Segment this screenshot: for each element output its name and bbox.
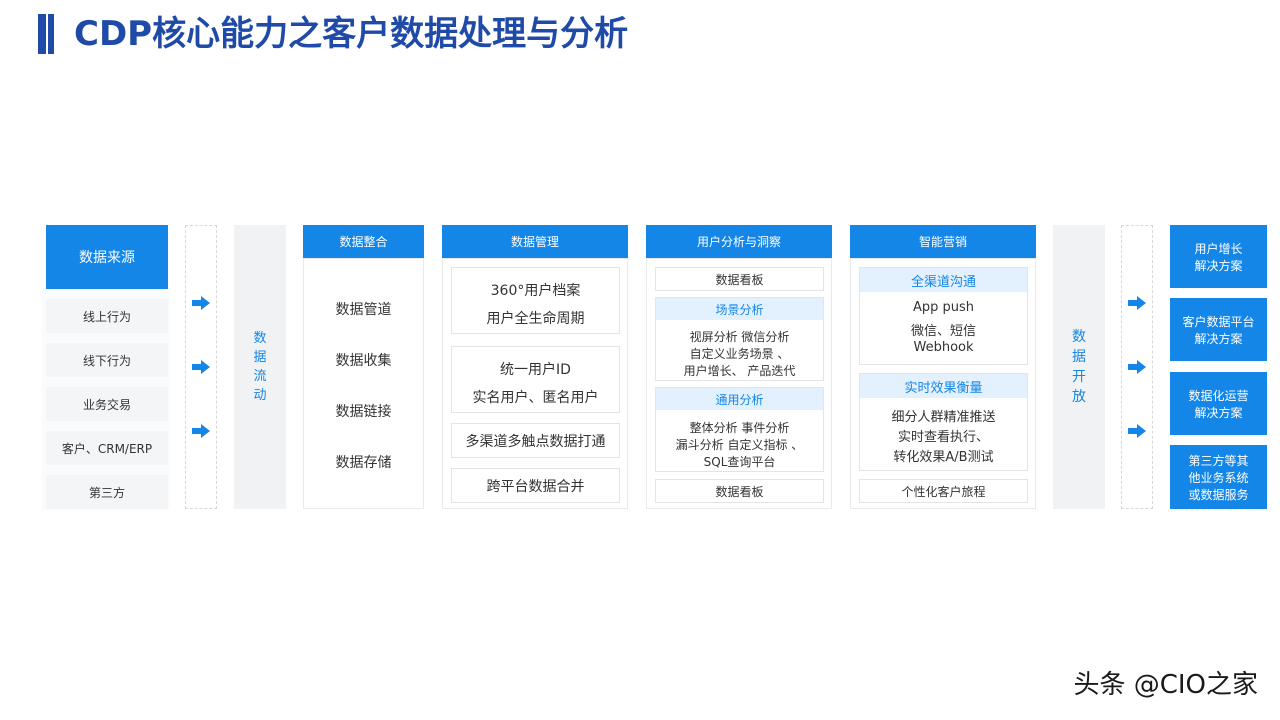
management-panel: 360°用户档案 用户全生命周期 统一用户ID 实名用户、匿名用户 多渠道多触点… [442, 258, 628, 509]
analysis-dashboard-top: 数据看板 [655, 267, 824, 291]
source-item: 客户、CRM/ERP [46, 431, 168, 465]
output-text: 解决方案 [1194, 258, 1243, 273]
management-header: 数据管理 [442, 225, 628, 258]
customer-journey-box: 个性化客户旅程 [859, 479, 1028, 503]
arrow-column-left [185, 225, 217, 509]
page-title: CDP核心能力之客户数据处理与分析 [74, 14, 629, 54]
omni-channel-box: 全渠道沟通 App push 微信、短信 Webhook [859, 267, 1028, 365]
data-open-block: 数 据 开 放 [1053, 225, 1105, 509]
output-text: 解决方案 [1194, 405, 1243, 420]
output-growth: 用户增长 解决方案 [1170, 225, 1267, 288]
output-text: 数据化运营 [1188, 388, 1249, 403]
analysis-dashboard-bottom: 数据看板 [655, 479, 824, 503]
output-cdp: 客户数据平台 解决方案 [1170, 298, 1267, 361]
analysis-header: 用户分析与洞察 [646, 225, 832, 258]
output-text: 他业务系统 [1188, 470, 1249, 485]
output-text: 用户增长 [1194, 241, 1243, 256]
output-text: 客户数据平台 [1182, 314, 1255, 329]
integration-panel: 数据管道 数据收集 数据链接 数据存储 [303, 258, 424, 509]
marketing-panel: 全渠道沟通 App push 微信、短信 Webhook 实时效果衡量 细分人群… [850, 258, 1036, 509]
integration-header: 数据整合 [303, 225, 424, 258]
scene-analysis-box: 场景分析 视屏分析 微信分析 自定义业务场景 、 用户增长、 产品迭代 [655, 297, 824, 381]
source-item: 第三方 [46, 475, 168, 509]
omni-channel-head: 全渠道沟通 [860, 268, 1027, 292]
management-text: 统一用户ID [500, 362, 571, 378]
management-text: 360°用户档案 [490, 283, 581, 299]
right-arrow-icon [192, 424, 210, 438]
title-accent-gap [46, 14, 48, 54]
source-item: 线上行为 [46, 299, 168, 333]
integration-item: 数据链接 [335, 404, 392, 420]
data-flow-label: 数 据 流 动 [253, 331, 267, 403]
scene-line: 用户增长、 产品迭代 [683, 364, 796, 378]
realtime-box: 实时效果衡量 细分人群精准推送 实时查看执行、 转化效果A/B测试 [859, 373, 1028, 471]
source-item: 线下行为 [46, 343, 168, 377]
analysis-panel: 数据看板 场景分析 视屏分析 微信分析 自定义业务场景 、 用户增长、 产品迭代… [646, 258, 832, 509]
source-item: 业务交易 [46, 387, 168, 421]
management-text: 用户全生命周期 [486, 311, 585, 327]
general-line: SQL查询平台 [703, 455, 776, 469]
sources-header: 数据来源 [46, 225, 168, 289]
general-line: 漏斗分析 自定义指标 、 [675, 438, 804, 452]
right-arrow-icon [192, 296, 210, 310]
data-open-label: 数 据 开 放 [1072, 329, 1086, 405]
realtime-line: 转化效果A/B测试 [893, 450, 994, 465]
data-flow-block: 数 据 流 动 [234, 225, 286, 509]
omni-line: App push [912, 300, 975, 315]
realtime-line: 细分人群精准推送 [891, 410, 996, 425]
omni-line: Webhook [913, 340, 974, 355]
right-arrow-icon [1128, 360, 1146, 374]
right-arrow-icon [1128, 424, 1146, 438]
scene-analysis-head: 场景分析 [656, 298, 823, 320]
marketing-header: 智能营销 [850, 225, 1036, 258]
general-analysis-head: 通用分析 [656, 388, 823, 410]
management-box-channels: 多渠道多触点数据打通 [451, 423, 620, 458]
output-third-party: 第三方等其 他业务系统 或数据服务 [1170, 445, 1267, 509]
integration-item: 数据收集 [335, 353, 392, 369]
watermark: 头条 @CIO之家 [1073, 670, 1258, 700]
integration-item: 数据存储 [335, 455, 392, 471]
management-box-profile: 360°用户档案 用户全生命周期 [451, 267, 620, 334]
output-text: 或数据服务 [1188, 487, 1249, 502]
right-arrow-icon [1128, 296, 1146, 310]
output-text: 第三方等其 [1188, 453, 1249, 468]
output-text: 解决方案 [1194, 331, 1243, 346]
realtime-line: 实时查看执行、 [897, 430, 989, 445]
general-line: 整体分析 事件分析 [689, 421, 790, 435]
management-text: 实名用户、匿名用户 [472, 390, 599, 406]
scene-line: 视屏分析 微信分析 [689, 330, 790, 344]
arrow-column-right [1121, 225, 1153, 509]
right-arrow-icon [192, 360, 210, 374]
scene-line: 自定义业务场景 、 [689, 347, 790, 361]
management-box-merge: 跨平台数据合并 [451, 468, 620, 503]
omni-line: 微信、短信 [910, 324, 976, 339]
sources-panel: 线上行为 线下行为 业务交易 客户、CRM/ERP 第三方 [42, 289, 170, 510]
output-operations: 数据化运营 解决方案 [1170, 372, 1267, 435]
management-box-id: 统一用户ID 实名用户、匿名用户 [451, 346, 620, 413]
integration-item: 数据管道 [335, 302, 392, 318]
realtime-head: 实时效果衡量 [860, 374, 1027, 398]
general-analysis-box: 通用分析 整体分析 事件分析 漏斗分析 自定义指标 、 SQL查询平台 [655, 387, 824, 472]
